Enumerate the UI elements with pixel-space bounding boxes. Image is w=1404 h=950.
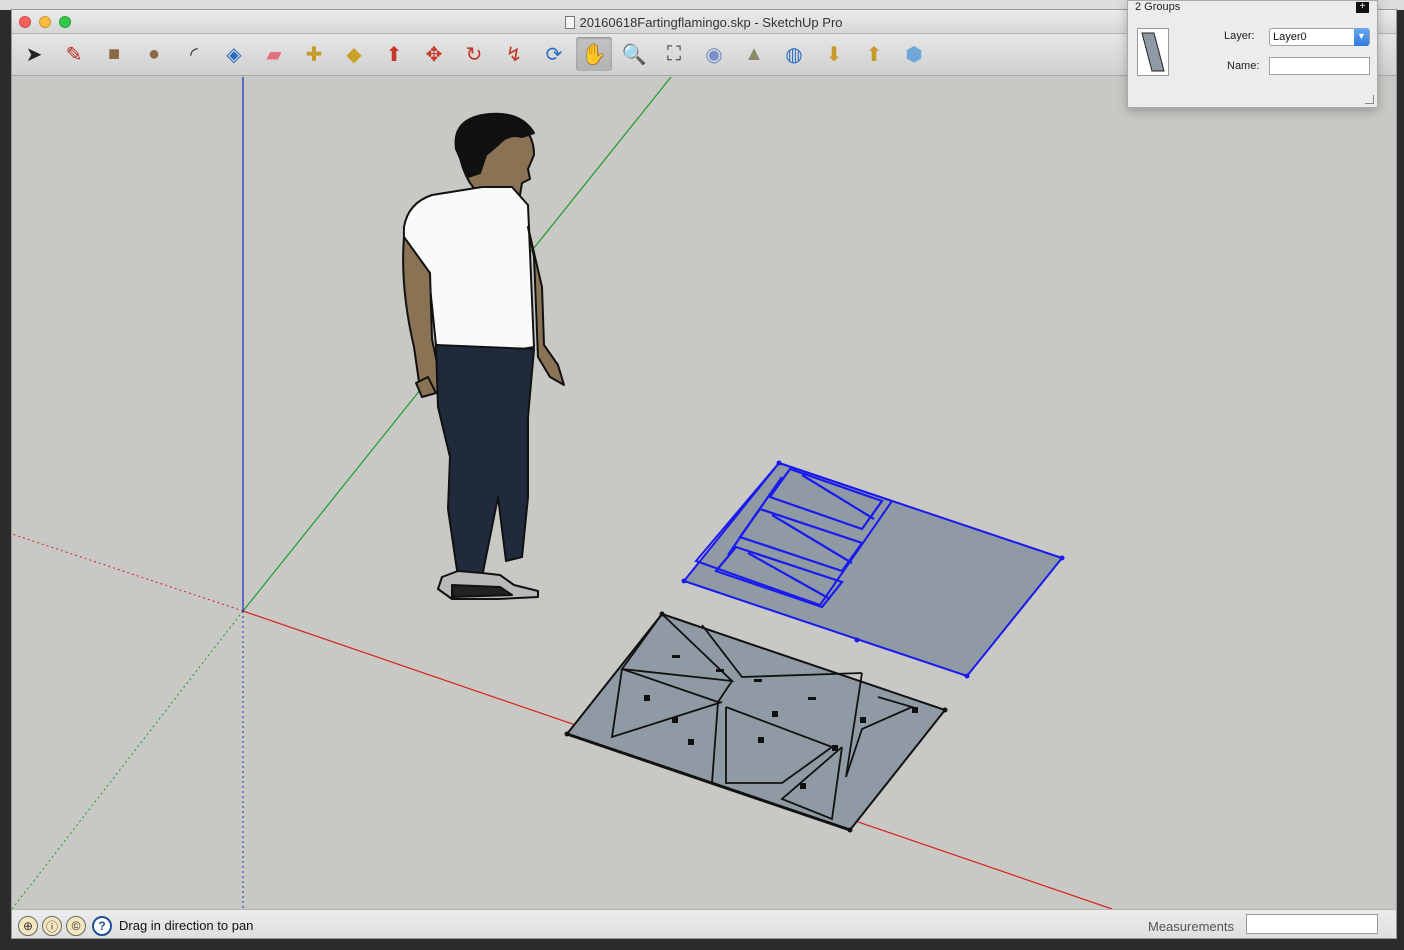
status-bar: ⊕ ⓘ © ? Drag in direction to pan Measure… <box>12 909 1396 938</box>
user-icon[interactable]: © <box>66 916 86 936</box>
arc-icon: ◜ <box>190 43 198 66</box>
layer-value: Layer0 <box>1273 31 1307 43</box>
move-icon: ✥ <box>425 43 443 66</box>
move-tool-button[interactable]: ✥ <box>416 37 452 71</box>
get-models-icon: ⬆ <box>865 43 883 66</box>
layer-label: Layer: <box>1224 30 1255 42</box>
measurements-label: Measurements <box>1148 919 1234 934</box>
get-models-tool-button[interactable]: ⬆ <box>856 37 892 71</box>
zoom-extents-icon: ⛶ <box>667 42 681 65</box>
arc-tool-button[interactable]: ◜ <box>176 37 212 71</box>
status-message: Drag in direction to pan <box>119 918 254 933</box>
pencil-tool-button[interactable]: ✎ <box>56 37 92 71</box>
credits-icon[interactable]: ⓘ <box>42 916 62 936</box>
layer-select[interactable]: Layer0 ▼ <box>1269 28 1370 46</box>
paint-bucket-tool-button[interactable]: ◆ <box>336 37 372 71</box>
swatch-icon <box>1141 32 1165 72</box>
eraser-tool-button[interactable]: ▰ <box>256 37 292 71</box>
paint-bucket-icon: ◆ <box>346 43 362 66</box>
push-pull-icon: ⬆ <box>385 43 403 66</box>
circle-icon: ● <box>147 42 161 65</box>
rotate-icon: ↻ <box>465 43 483 66</box>
rectangle-tool-button[interactable]: ■ <box>96 37 132 71</box>
red-axis-negative <box>12 533 244 612</box>
green-axis-negative <box>12 610 244 910</box>
help-icon[interactable]: ? <box>92 916 112 936</box>
share-model-tool-button[interactable]: ⬇ <box>816 37 852 71</box>
name-field[interactable] <box>1269 57 1370 75</box>
rectangle-icon: ■ <box>107 42 121 65</box>
zoom-icon: 🔍 <box>621 43 647 66</box>
drawing-area[interactable] <box>12 76 1397 910</box>
entity-info-panel: 2 Groups + Layer: Layer0 ▼ Name: <box>1127 0 1378 108</box>
panel-expand-button[interactable]: + <box>1356 2 1369 13</box>
pencil-icon: ✎ <box>65 43 83 66</box>
position-camera-icon: ▲ <box>744 42 764 65</box>
scale-figure-person[interactable] <box>402 112 565 600</box>
push-pull-tool-button[interactable]: ⬆ <box>376 37 412 71</box>
pan-hand-icon: ✋ <box>581 43 607 66</box>
extension-tool-button[interactable]: ⬢ <box>896 37 932 71</box>
sketchup-window: 20160618Fartingflamingo.skp - SketchUp P… <box>11 9 1397 939</box>
name-label: Name: <box>1227 60 1260 72</box>
measurements-input[interactable] <box>1246 914 1378 934</box>
geo-location-icon[interactable]: ⊕ <box>18 916 38 936</box>
entity-info-title: 2 Groups <box>1135 1 1181 13</box>
resize-grip-icon[interactable] <box>1365 95 1374 104</box>
orbit-tool-button[interactable]: ⟳ <box>536 37 572 71</box>
make-component-icon: ◈ <box>226 43 242 66</box>
pan-tool-button[interactable]: ✋ <box>576 37 612 71</box>
offset-tool-button[interactable]: ↯ <box>496 37 532 71</box>
select-arrow-icon: ➤ <box>25 43 43 66</box>
position-camera-tool-button[interactable]: ▲ <box>736 37 772 71</box>
chevron-down-icon[interactable]: ▼ <box>1354 28 1369 46</box>
rotate-tool-button[interactable]: ↻ <box>456 37 492 71</box>
push-pull-face-tool-button[interactable]: ◈ <box>216 37 252 71</box>
zoom-tool-button[interactable]: 🔍 <box>616 37 652 71</box>
model-canvas[interactable] <box>12 76 1397 910</box>
material-swatch[interactable] <box>1137 28 1169 76</box>
offset-icon: ↯ <box>505 43 523 66</box>
previous-tool-button[interactable]: ◉ <box>696 37 732 71</box>
3d-warehouse-tool-button[interactable]: ◍ <box>776 37 812 71</box>
extension-warehouse-icon: ⬢ <box>905 43 923 66</box>
previous-view-icon: ◉ <box>705 43 723 66</box>
zoom-extents-tool-button[interactable]: ⛶ <box>656 37 692 71</box>
share-model-icon: ⬇ <box>825 43 843 66</box>
select-tool-button[interactable]: ➤ <box>16 37 52 71</box>
eraser-icon: ▰ <box>266 43 282 66</box>
window-title-text: 20160618Fartingflamingo.skp - SketchUp P… <box>579 15 843 30</box>
document-icon <box>565 16 576 29</box>
circle-tool-button[interactable]: ● <box>136 37 172 71</box>
warehouse-icon: ◍ <box>785 43 803 66</box>
tape-measure-icon: ✚ <box>305 43 323 66</box>
tape-measure-tool-button[interactable]: ✚ <box>296 37 332 71</box>
orbit-icon: ⟳ <box>545 43 563 66</box>
